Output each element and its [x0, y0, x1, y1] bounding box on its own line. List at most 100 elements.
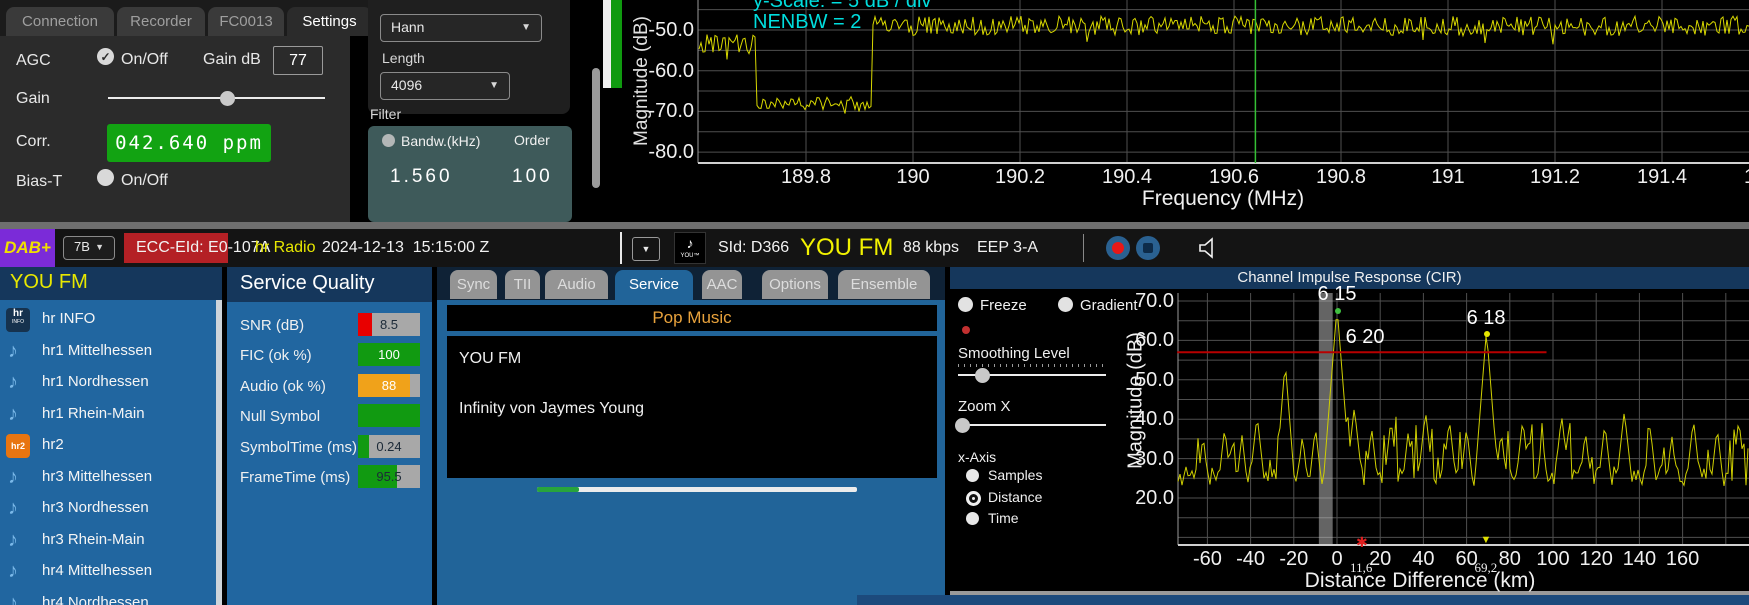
stop-button[interactable]: [1136, 236, 1160, 260]
quality-bar: 100: [358, 343, 420, 366]
quality-bar: 95.5: [358, 465, 420, 488]
agc-toggle-label: On/Off: [121, 51, 168, 69]
tab-sync[interactable]: Sync: [450, 270, 497, 299]
provider-name: hr Radio: [255, 233, 315, 263]
station-logo-text: YOU™: [675, 253, 705, 259]
spectrum-y-tick: -70.0: [622, 100, 694, 123]
channel-select-value: 7B: [74, 239, 90, 254]
list-item-hr3-rhein-main[interactable]: ♪hr3 Rhein-Main: [0, 527, 216, 558]
gain-slider-track[interactable]: [108, 97, 325, 99]
bias-t-toggle-label: On/Off: [121, 172, 168, 190]
tab-audio[interactable]: Audio: [545, 270, 608, 299]
gain-db-value: 77: [289, 52, 307, 69]
quality-value: 0.24: [358, 435, 420, 458]
asterisk-marker-icon: ✱: [1356, 534, 1368, 551]
spectrum-y-tick: -80.0: [622, 141, 694, 164]
chevron-down-icon: ▼: [521, 22, 531, 33]
gain-db-field[interactable]: 77: [273, 46, 323, 75]
quality-label: FIC (ok %): [240, 347, 312, 364]
bandwidth-radio[interactable]: [382, 134, 395, 147]
quality-label: Null Symbol: [240, 408, 320, 425]
datetime-display: 2024-12-13 15:15:00 Z: [322, 233, 489, 263]
music-note-icon: ♪: [8, 592, 18, 605]
record-button[interactable]: [1106, 236, 1130, 260]
service-dropdown-button[interactable]: ▼: [632, 237, 660, 261]
quality-value: 95.5: [358, 465, 420, 488]
level-meter-fill: [611, 0, 622, 88]
vertical-divider: [620, 232, 622, 264]
quality-bar: [358, 404, 420, 427]
tii-label: 6 18: [1467, 307, 1506, 330]
music-note-icon: ♪: [8, 371, 18, 394]
gain-db-label: Gain dB: [203, 51, 261, 69]
ecc-eid-text: ECC-EId: E0-107A: [136, 233, 270, 263]
list-item-hr3-mittelhessen[interactable]: ♪hr3 Mittelhessen: [0, 464, 216, 495]
spectrum-x-tick: 189.8: [766, 166, 846, 189]
triangle_down-marker-icon: ▼: [1480, 534, 1491, 546]
list-item-hr4-mittelhessen[interactable]: ♪hr4 Mittelhessen: [0, 558, 216, 589]
list-item-hr4-nordhessen[interactable]: ♪ hr4 Nordhessen: [0, 590, 216, 605]
spectrum-x-tick: 191.4: [1622, 166, 1702, 189]
xaxis-radio-distance[interactable]: [966, 491, 981, 506]
list-item-hr1-rhein-main[interactable]: ♪hr1 Rhein-Main: [0, 401, 216, 432]
list-item-label: hr3 Rhein-Main: [42, 531, 145, 548]
list-item-hr-info[interactable]: hrINFOhr INFO: [0, 306, 216, 337]
list-item-hr2[interactable]: hr2hr2: [0, 432, 216, 463]
order-value: 100: [512, 166, 553, 188]
scrollbar[interactable]: [216, 300, 222, 605]
tab-ensemble[interactable]: Ensemble: [838, 270, 930, 299]
service-list-panel: YOU FM hrINFOhr INFO♪hr1 Mittelhessen♪hr…: [0, 267, 222, 605]
xaxis-option-label: Samples: [988, 467, 1042, 483]
music-note-icon: ♪: [8, 403, 18, 426]
list-item-label: hr INFO: [42, 310, 95, 327]
bias-t-radio[interactable]: [97, 169, 114, 186]
window-select[interactable]: Hann ▼: [380, 14, 542, 42]
music-note-icon: ♪: [8, 560, 18, 583]
tab-tii[interactable]: TII: [505, 270, 540, 299]
cir-y-tick: 40.0: [1104, 408, 1174, 431]
list-item-label: hr3 Mittelhessen: [42, 468, 152, 485]
length-select[interactable]: 4096 ▼: [380, 72, 510, 100]
cir-y-tick: 60.0: [1104, 329, 1174, 352]
tii-label: 6 15: [1318, 283, 1357, 306]
hr2-logo: hr2: [6, 434, 30, 458]
mute-button[interactable]: [1196, 236, 1222, 260]
tab-fc0013[interactable]: FC0013: [208, 7, 284, 36]
quality-bar: 8.5: [358, 313, 420, 336]
spectrum-x-tick: 191: [1408, 166, 1488, 189]
audio-progress-bar: [537, 487, 857, 492]
service-list-header: YOU FM: [0, 267, 222, 300]
list-item-hr1-nordhessen[interactable]: ♪ hr1 Nordhessen: [0, 369, 216, 400]
tab-settings[interactable]: Settings: [287, 7, 372, 36]
list-item-hr1-mittelhessen[interactable]: ♪hr1 Mittelhessen: [0, 338, 216, 369]
tab-service[interactable]: Service: [615, 270, 693, 300]
cir-y-tick: 70.0: [1104, 290, 1174, 313]
quality-label: SymbolTime (ms): [240, 439, 357, 456]
tab-options[interactable]: Options: [762, 270, 828, 299]
list-item-hr3-nordhessen[interactable]: ♪hr3 Nordhessen: [0, 495, 216, 526]
music-note-icon: ♪: [675, 233, 705, 253]
tab-connection[interactable]: Connection: [6, 7, 114, 36]
current-service-name: YOU FM: [800, 229, 893, 267]
now-playing-track: Infinity von Jaymes Young: [459, 400, 644, 418]
bandwidth-value: 1.560: [390, 166, 453, 188]
chevron-down-icon: ▼: [642, 244, 651, 254]
agc-label: AGC: [16, 52, 51, 70]
tab-recorder[interactable]: Recorder: [117, 7, 205, 36]
agc-checkbox[interactable]: ✓: [97, 48, 114, 65]
channel-select[interactable]: 7B ▼: [63, 236, 115, 260]
xaxis-radio-samples[interactable]: [966, 469, 979, 482]
quality-label: Audio (ok %): [240, 378, 326, 395]
tab-aac[interactable]: AAC: [702, 270, 742, 299]
level-meter: [603, 0, 622, 88]
cir-x-tick: 160: [1643, 548, 1723, 571]
spectrum-x-tick: 190.8: [1301, 166, 1381, 189]
scrollbar[interactable]: [592, 68, 600, 188]
music-note-icon: ♪: [8, 340, 18, 363]
xaxis-radio-time[interactable]: [966, 512, 979, 525]
chevron-down-icon: ▼: [95, 242, 104, 252]
quality-bar: 0.24: [358, 435, 420, 458]
xaxis-option-label: Time: [988, 510, 1019, 526]
list-item-label: hr1 Nordhessen: [42, 373, 149, 390]
list-item-label: hr4 Nordhessen: [42, 594, 149, 605]
